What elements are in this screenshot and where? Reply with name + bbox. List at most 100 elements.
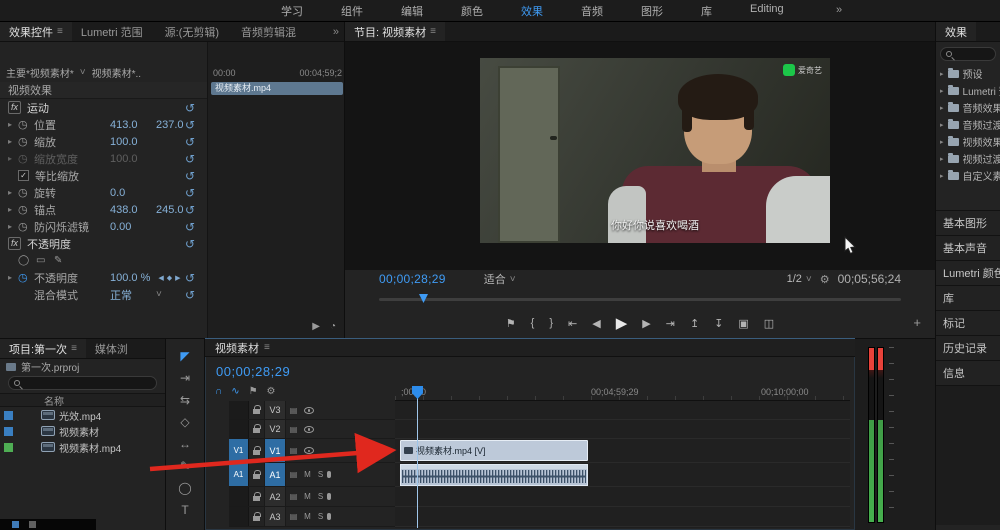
effects-folder[interactable]: ▸ 自定义素: [936, 167, 1000, 184]
eye-icon[interactable]: [301, 425, 316, 433]
mute-button[interactable]: M: [301, 512, 314, 521]
blend-mode-dropdown[interactable]: 正常: [110, 287, 142, 303]
track-name[interactable]: V3: [264, 401, 286, 419]
add-keyframe-icon[interactable]: ◆: [167, 274, 172, 282]
stopwatch-icon[interactable]: ◷: [18, 203, 34, 216]
tab-overflow[interactable]: »: [328, 26, 344, 38]
label-color-chip[interactable]: [4, 426, 13, 436]
extract-icon[interactable]: ↧: [714, 317, 723, 330]
taskbar-app-icon[interactable]: [12, 521, 19, 528]
reset-icon[interactable]: ↺: [185, 169, 195, 183]
sync-lock-icon[interactable]: ▤: [286, 406, 301, 415]
track-name[interactable]: V2: [264, 420, 286, 438]
prop-antiflicker[interactable]: ▸ ◷ 防闪烁滤镜 0.00 ↺: [0, 218, 207, 235]
label-color-chip[interactable]: [4, 410, 13, 420]
prop-rotation[interactable]: ▸ ◷ 旋转 0.0 ↺: [0, 184, 207, 201]
playhead-line[interactable]: [417, 386, 418, 528]
project-item[interactable]: 光效.mp4: [0, 407, 165, 423]
stopwatch-icon[interactable]: ◷: [18, 220, 34, 233]
workspace-tab[interactable]: 学习: [262, 3, 322, 19]
chevron-right-icon[interactable]: ▸: [8, 188, 18, 197]
workspace-tab[interactable]: 音频: [562, 3, 622, 19]
program-timecode[interactable]: 00;00;28;29: [379, 272, 446, 286]
button-editor-plus[interactable]: +: [913, 315, 921, 330]
chevron-right-icon[interactable]: ▸: [940, 172, 944, 180]
play-around-icon[interactable]: ▶: [312, 321, 320, 332]
panel-tab[interactable]: 媒体浏: [86, 339, 141, 358]
timeline-tracks-area[interactable]: ;00;00 00;04;59;29 00;10;00;00 视频素材.mp4 …: [395, 386, 850, 528]
video-track-header[interactable]: V3 ▤: [229, 401, 395, 420]
lock-icon[interactable]: [249, 424, 264, 433]
chevron-right-icon[interactable]: ▸: [940, 121, 944, 129]
track-lane-v2[interactable]: [395, 420, 850, 439]
chevron-right-icon[interactable]: ▸: [940, 70, 944, 78]
workspace-tab[interactable]: 颜色: [442, 3, 502, 19]
panel-group-header[interactable]: Lumetri 颜色: [936, 260, 1000, 285]
chevron-right-icon[interactable]: ▸: [940, 104, 944, 112]
source-patch[interactable]: V1: [229, 439, 249, 462]
workspace-tab[interactable]: 图形: [622, 3, 682, 19]
track-name[interactable]: A3: [264, 507, 286, 526]
checkbox-checked-icon[interactable]: ✓: [18, 170, 29, 181]
taskbar-fragment[interactable]: [0, 519, 96, 530]
video-track-header[interactable]: V2 ▤: [229, 420, 395, 439]
export-frame-icon[interactable]: ▣: [738, 317, 748, 330]
lock-icon[interactable]: [249, 511, 264, 521]
chevron-right-icon[interactable]: ▸: [8, 205, 18, 214]
effect-group-motion[interactable]: fx 运动 ↺: [0, 99, 207, 116]
video-frame[interactable]: 爱奇艺 你好你说喜欢喝酒: [480, 58, 830, 243]
ripple-edit-tool[interactable]: ⇆: [180, 393, 190, 407]
effects-folder[interactable]: ▸ Lumetri 预: [936, 82, 1000, 99]
source-patch[interactable]: [229, 420, 249, 438]
master-clip-label[interactable]: 主要*视频素材*: [6, 65, 74, 80]
program-tab[interactable]: 节目: 视频素材 ≡: [345, 22, 445, 41]
add-marker-icon[interactable]: ⚑: [506, 317, 516, 330]
source-patch[interactable]: A1: [229, 463, 249, 486]
effect-group-opacity[interactable]: fx 不透明度 ↺: [0, 235, 207, 252]
chevron-right-icon[interactable]: ▸: [940, 138, 944, 146]
ellipse-mask-icon[interactable]: ◯: [18, 255, 36, 266]
mic-icon[interactable]: [327, 511, 331, 523]
prev-keyframe-icon[interactable]: ◀: [158, 274, 163, 282]
video-effects-section[interactable]: 视频效果: [0, 82, 207, 99]
project-item[interactable]: 视频素材.mp4: [0, 439, 165, 455]
sync-lock-icon[interactable]: ▤: [286, 492, 301, 501]
source-patch[interactable]: [229, 487, 249, 506]
prop-uniform-scale[interactable]: ✓ 等比缩放 ↺: [0, 167, 207, 184]
mute-button[interactable]: M: [301, 470, 314, 479]
opacity-value[interactable]: 100.0 %: [110, 272, 150, 284]
play-button-icon[interactable]: ▶: [616, 314, 628, 332]
step-forward-icon[interactable]: ▶: [642, 317, 650, 330]
sync-lock-icon[interactable]: ▤: [286, 512, 301, 521]
track-lane-a1[interactable]: [395, 463, 850, 487]
effects-search[interactable]: [940, 47, 996, 61]
effects-folder[interactable]: ▸ 视频过渡: [936, 150, 1000, 167]
prop-position[interactable]: ▸ ◷ 位置 413.0 237.0 ↺: [0, 116, 207, 133]
mic-icon[interactable]: [327, 491, 331, 503]
project-search[interactable]: [8, 376, 157, 390]
reset-icon[interactable]: ↺: [185, 203, 195, 217]
lock-icon[interactable]: [249, 445, 264, 455]
reset-icon[interactable]: ↺: [185, 237, 195, 251]
go-to-in-icon[interactable]: ⇤: [568, 317, 577, 330]
workspace-tab[interactable]: 效果: [502, 3, 562, 19]
source-patch[interactable]: [229, 507, 249, 526]
sync-lock-icon[interactable]: ▤: [286, 446, 301, 455]
panel-group-header[interactable]: 标记: [936, 310, 1000, 335]
position-x-value[interactable]: 413.0: [110, 119, 142, 131]
panel-menu-icon[interactable]: ≡: [430, 26, 436, 37]
sync-lock-icon[interactable]: ▤: [286, 470, 301, 479]
fit-dropdown[interactable]: 适合 ˅: [484, 271, 516, 287]
name-column-header[interactable]: 名称: [0, 393, 165, 408]
mark-out-icon[interactable]: }: [549, 317, 553, 329]
chevron-right-icon[interactable]: ▸: [8, 137, 18, 146]
scale-value[interactable]: 100.0: [110, 136, 142, 148]
track-select-tool[interactable]: ⇥: [180, 371, 190, 385]
track-lane-v3[interactable]: [395, 401, 850, 420]
panel-menu-icon[interactable]: ≡: [264, 342, 270, 353]
prop-scale[interactable]: ▸ ◷ 缩放 100.0 ↺: [0, 133, 207, 150]
pen-mask-icon[interactable]: ✎: [54, 255, 72, 266]
prop-opacity[interactable]: ▸ ◷ 不透明度 100.0 % ◀ ◆ ▶ ↺: [0, 269, 207, 286]
lock-icon[interactable]: [249, 405, 264, 414]
track-lane-v1[interactable]: 视频素材.mp4 [V]: [395, 439, 850, 463]
